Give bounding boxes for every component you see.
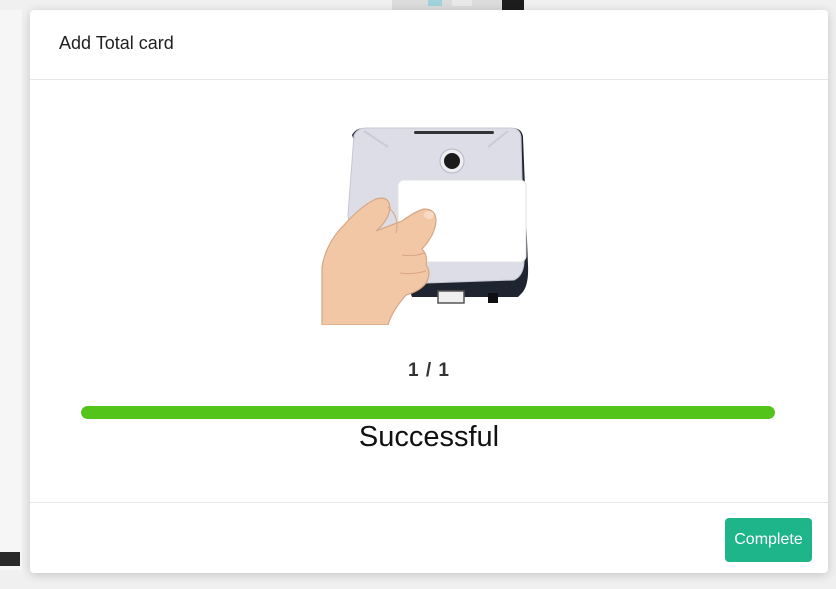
complete-button[interactable]: Complete xyxy=(725,518,812,562)
add-card-dialog: Add Total card 1 / 1 Successful Complete xyxy=(30,10,828,573)
background-toolbar-item xyxy=(452,0,472,6)
reader-port xyxy=(488,293,498,303)
status-message: Successful xyxy=(358,421,500,453)
background-toolbar-fragment xyxy=(392,0,502,10)
card-slot xyxy=(414,131,494,134)
dialog-footer: Complete xyxy=(30,502,828,573)
progress-counter: 1 / 1 xyxy=(408,360,450,381)
fingernail xyxy=(424,211,434,219)
progress-bar xyxy=(81,406,775,419)
dialog-header: Add Total card xyxy=(30,10,828,80)
background-toolbar-item xyxy=(428,0,442,6)
card-reader-hand-icon xyxy=(292,125,568,326)
reader-port xyxy=(437,290,465,304)
dialog-title: Add Total card xyxy=(59,33,174,53)
reader-camera-lens xyxy=(444,153,460,169)
progress-bar-fill xyxy=(81,406,775,419)
background-dark-mark xyxy=(0,552,20,566)
background-dark-block xyxy=(502,0,524,10)
hand xyxy=(321,197,437,326)
background-panel xyxy=(0,10,22,570)
card-reader-illustration xyxy=(321,127,529,326)
